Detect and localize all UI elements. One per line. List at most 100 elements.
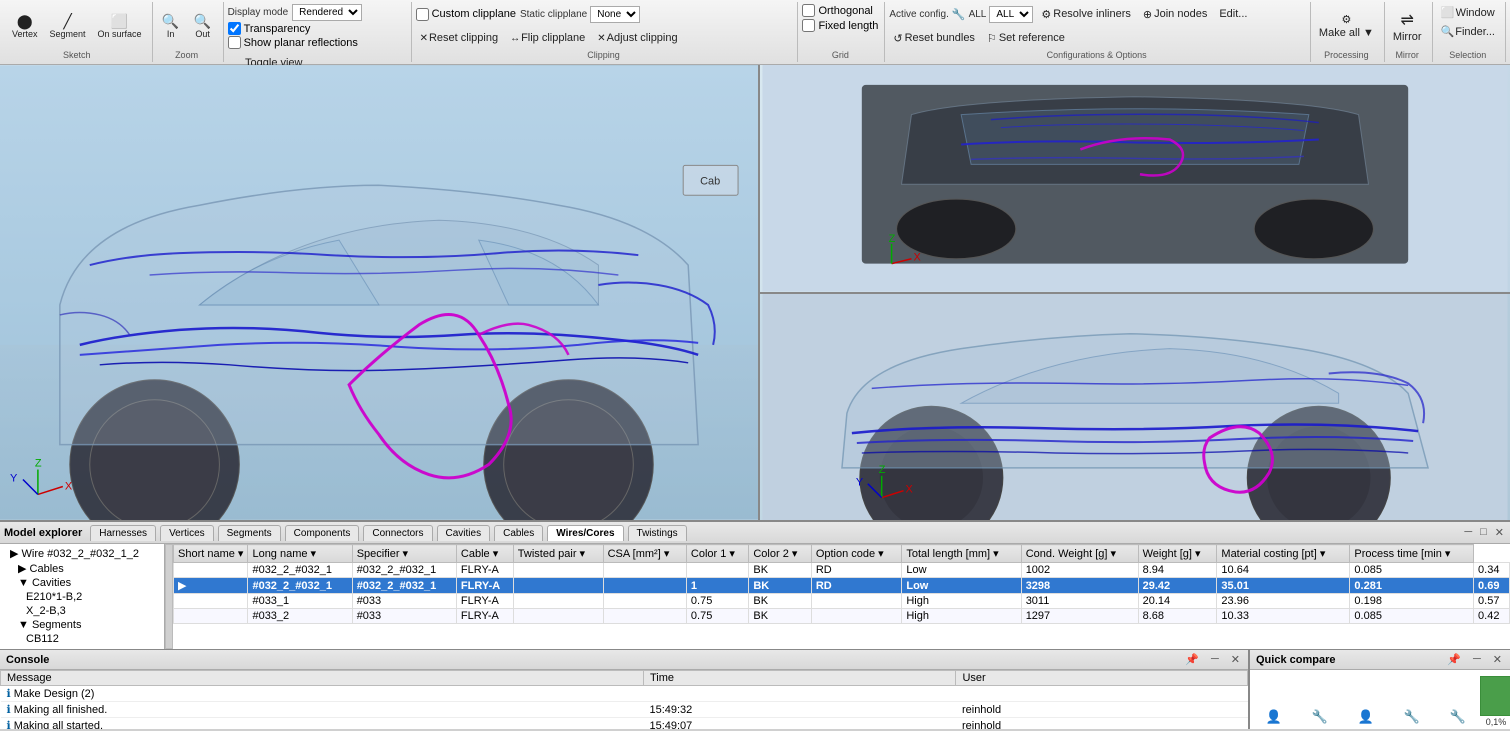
me-tab-twistings[interactable]: Twistings: [628, 525, 687, 541]
reset-bundles-btn[interactable]: ↺ Reset bundles: [889, 30, 979, 47]
viewport-top-right[interactable]: X Z: [760, 65, 1510, 294]
qc-icon-3[interactable]: 🔧: [1396, 709, 1428, 725]
cell-specifier: FLRY-A: [456, 594, 513, 609]
qc-icon-1[interactable]: 🔧: [1304, 709, 1336, 725]
col-twisted-pair[interactable]: Twisted pair ▾: [513, 545, 603, 563]
cell-twisted: [603, 578, 686, 594]
resolve-inliners-btn[interactable]: ⚙ Resolve inliners: [1037, 6, 1135, 23]
me-close-btn[interactable]: ✕: [1493, 526, 1506, 539]
col-csa--mm--[interactable]: CSA [mm²] ▾: [603, 545, 686, 563]
me-tab-components[interactable]: Components: [285, 525, 360, 541]
tree-item[interactable]: E210*1-B,2: [2, 590, 162, 604]
tree-item[interactable]: X_2-B,3: [2, 604, 162, 618]
me-tab-connectors[interactable]: Connectors: [363, 525, 432, 541]
vertex-btn[interactable]: ⬤ Vertex: [8, 12, 42, 41]
display-mode-select[interactable]: Rendered: [292, 4, 362, 21]
qc-icon-4[interactable]: 🔧: [1442, 709, 1474, 725]
table-row[interactable]: #033_2#033FLRY-A0.75BKHigh12978.6810.330…: [174, 609, 1510, 624]
qc-icon-0[interactable]: 👤: [1258, 709, 1290, 725]
set-reference-icon: ⚐: [987, 32, 997, 45]
console-time: [643, 686, 956, 702]
qc-icon-2[interactable]: 👤: [1350, 709, 1382, 725]
on-surface-btn[interactable]: ⬜ On surface: [94, 12, 146, 41]
me-minimize-btn[interactable]: ─: [1462, 526, 1474, 539]
me-tab-cables[interactable]: Cables: [494, 525, 543, 541]
console-pin-btn[interactable]: 📌: [1183, 653, 1201, 666]
col-process-time--min[interactable]: Process time [min ▾: [1350, 545, 1474, 563]
cell-option: High: [902, 594, 1021, 609]
svg-text:Y: Y: [856, 476, 864, 488]
tree-item[interactable]: CB112: [2, 632, 162, 646]
tree-item[interactable]: ▶ Cables: [2, 561, 162, 576]
make-all-icon: ⚙: [1341, 13, 1351, 26]
table-row[interactable]: #033_1#033FLRY-A0.75BKHigh301120.1423.96…: [174, 594, 1510, 609]
console-minimize-btn[interactable]: ─: [1209, 653, 1221, 666]
col-material-costing--pt-[interactable]: Material costing [pt] ▾: [1217, 545, 1350, 563]
cell-weight: 23.96: [1217, 594, 1350, 609]
me-tab-cavities[interactable]: Cavities: [437, 525, 491, 541]
processing-group: ⚙ Make all ▼ Processing: [1311, 2, 1385, 62]
col-cond--weight--g-[interactable]: Cond. Weight [g] ▾: [1021, 545, 1138, 563]
edit-btn[interactable]: Edit...: [1215, 6, 1251, 22]
col-short-name[interactable]: Short name ▾: [174, 545, 248, 563]
cell-option: High: [902, 609, 1021, 624]
cell-cond_w: 8.94: [1138, 563, 1217, 578]
cell-color1: BK: [749, 594, 811, 609]
adjust-clipping-btn[interactable]: ✕ Adjust clipping: [593, 30, 681, 46]
main-viewport-svg: Cab X Z Y: [0, 65, 758, 520]
svg-text:Z: Z: [889, 233, 896, 245]
me-maximize-btn[interactable]: □: [1478, 526, 1489, 539]
segment-btn[interactable]: ╱ Segment: [46, 12, 90, 41]
console-row: ℹ Making all started.15:49:07reinhold: [1, 718, 1248, 730]
join-nodes-btn[interactable]: ⊕ Join nodes: [1139, 6, 1211, 23]
col-color-1[interactable]: Color 1 ▾: [686, 545, 748, 563]
set-reference-btn[interactable]: ⚐ Set reference: [983, 30, 1069, 47]
console-close-btn[interactable]: ✕: [1229, 653, 1242, 666]
mirror-btn[interactable]: ⇌ Mirror: [1389, 8, 1426, 45]
tree-item[interactable]: ▼ Cavities: [2, 576, 162, 590]
me-tab-vertices[interactable]: Vertices: [160, 525, 214, 541]
col-specifier[interactable]: Specifier ▾: [352, 545, 456, 563]
segment-icon: ╱: [63, 14, 71, 28]
window-btn[interactable]: ⬜ Window: [1437, 4, 1499, 21]
make-all-btn[interactable]: ⚙ Make all ▼: [1315, 11, 1378, 41]
qc-bar-0[interactable]: [1480, 676, 1510, 716]
col-long-name[interactable]: Long name ▾: [248, 545, 352, 563]
zoom-group: 🔍 In 🔍 Out Zoom: [153, 2, 224, 62]
col-cable[interactable]: Cable ▾: [456, 545, 513, 563]
tree-item[interactable]: ▶ Wire #032_2_#032_1_2: [2, 546, 162, 561]
qc-pin-btn[interactable]: 📌: [1445, 653, 1463, 666]
cell-cond_w: 20.14: [1138, 594, 1217, 609]
me-tab-harnesses[interactable]: Harnesses: [90, 525, 156, 541]
transparency-check[interactable]: Transparency: [228, 22, 311, 35]
me-resize-handle[interactable]: [165, 544, 173, 649]
cell-option: Low: [902, 578, 1021, 594]
tree-item[interactable]: ▼ Segments: [2, 618, 162, 632]
svg-text:X: X: [913, 252, 921, 264]
me-tab-segments[interactable]: Segments: [218, 525, 281, 541]
table-row[interactable]: #032_2_#032_1#032_2_#032_1FLRY-ABKRDLow1…: [174, 563, 1510, 578]
cell-specifier: FLRY-A: [456, 563, 513, 578]
join-nodes-icon: ⊕: [1143, 8, 1152, 21]
col-weight--g-[interactable]: Weight [g] ▾: [1138, 545, 1217, 563]
table-row[interactable]: ▶#032_2_#032_1#032_2_#032_1FLRY-A1BKRDLo…: [174, 578, 1510, 594]
zoom-in-btn[interactable]: 🔍 In: [157, 12, 185, 41]
flip-clipplane-btn[interactable]: ↔ Flip clipplane: [506, 30, 589, 46]
show-planar-check[interactable]: Show planar reflections: [228, 36, 358, 49]
cell-csa: 0.75: [686, 594, 748, 609]
static-clipplane-select[interactable]: None: [590, 6, 640, 23]
qc-close-btn[interactable]: ✕: [1491, 653, 1504, 666]
col-total-length--mm-[interactable]: Total length [mm] ▾: [902, 545, 1021, 563]
viewport-main[interactable]: Cab X Z Y: [0, 65, 760, 520]
active-config-select[interactable]: ALL: [989, 6, 1033, 23]
cell-color1: BK: [749, 563, 811, 578]
reset-clipping-btn[interactable]: ✕ Reset clipping: [416, 30, 502, 46]
finder-btn[interactable]: 🔍 Finder...: [1437, 23, 1499, 40]
me-tab-wires-cores[interactable]: Wires/Cores: [547, 525, 623, 541]
col-option-code[interactable]: Option code ▾: [811, 545, 902, 563]
zoom-out-btn[interactable]: 🔍 Out: [189, 12, 217, 41]
col-color-2[interactable]: Color 2 ▾: [749, 545, 811, 563]
console-user: [956, 686, 1248, 702]
qc-minimize-btn[interactable]: ─: [1471, 653, 1483, 666]
viewport-bottom-right[interactable]: X Z Y: [760, 294, 1510, 521]
